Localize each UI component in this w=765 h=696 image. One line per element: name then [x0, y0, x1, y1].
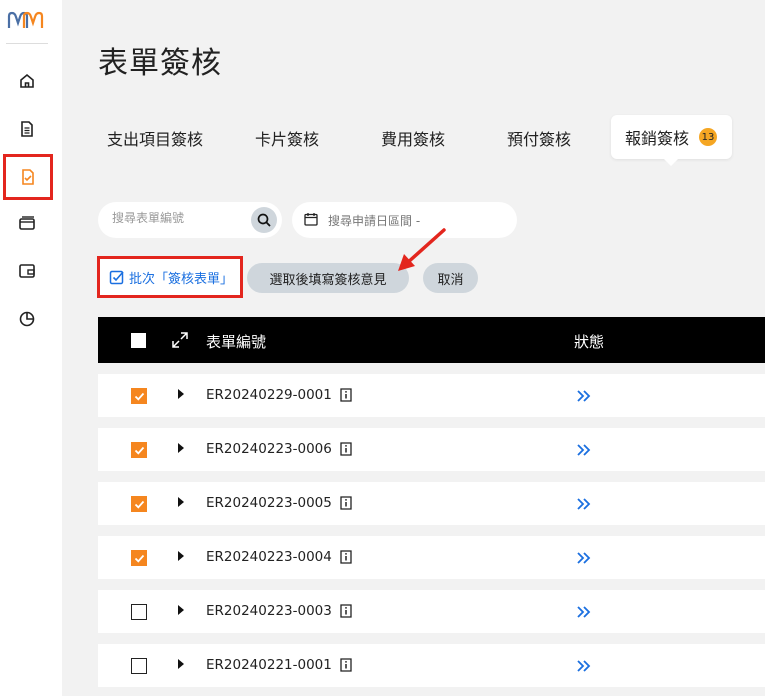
info-icon[interactable] — [339, 387, 353, 402]
form-id: ER20240229-0001 — [206, 387, 332, 403]
table-row[interactable]: ER20240223-0006 — [98, 428, 765, 471]
pie-chart-icon — [19, 311, 35, 327]
row-checkbox[interactable] — [131, 442, 147, 458]
home-icon — [20, 73, 34, 88]
expand-row-caret-icon[interactable] — [178, 551, 184, 561]
info-icon[interactable] — [339, 603, 353, 618]
sidebar-item-cards[interactable] — [10, 206, 44, 240]
row-checkbox[interactable] — [131, 604, 147, 620]
main-content: 表單簽核 支出項目簽核 卡片簽核 費用簽核 預付簽核 報銷簽核 13 搜尋申請日… — [62, 0, 765, 696]
form-id: ER20240223-0003 — [206, 603, 332, 619]
status-chevrons-icon[interactable] — [576, 442, 592, 461]
tab-label: 報銷簽核 — [625, 129, 690, 148]
tab-fee-approval[interactable]: 費用簽核 — [381, 126, 445, 152]
expand-icon[interactable] — [171, 331, 189, 349]
count-badge: 13 — [699, 128, 718, 146]
table-header: 表單編號 狀態 — [98, 317, 765, 363]
tab-prepayment-approval[interactable]: 預付簽核 — [507, 126, 571, 152]
tab-card-approval[interactable]: 卡片簽核 — [255, 126, 319, 152]
batch-approve-label: 批次「簽核表單」 — [129, 271, 234, 287]
status-chevrons-icon[interactable] — [576, 550, 592, 569]
form-id: ER20240223-0004 — [206, 549, 332, 565]
checkbox-edit-icon — [109, 270, 124, 285]
check-icon — [134, 446, 144, 455]
check-icon — [134, 554, 144, 563]
info-icon[interactable] — [339, 657, 353, 672]
search-input[interactable] — [112, 211, 242, 225]
sidebar-item-home[interactable] — [10, 64, 44, 98]
fill-opinion-button[interactable]: 選取後填寫簽核意見 — [247, 263, 409, 293]
info-icon[interactable] — [339, 441, 353, 456]
batch-approve-button[interactable]: 批次「簽核表單」 — [97, 256, 243, 298]
check-icon — [134, 392, 144, 401]
expand-row-caret-icon[interactable] — [178, 443, 184, 453]
sidebar-item-reports[interactable] — [10, 302, 44, 336]
form-approve-icon — [22, 169, 34, 185]
row-checkbox[interactable] — [131, 658, 147, 674]
wallet-icon — [19, 264, 35, 278]
annotation-arrow — [398, 228, 446, 271]
search-box — [98, 202, 282, 238]
status-chevrons-icon[interactable] — [576, 388, 592, 407]
sidebar-item-form-approval[interactable] — [3, 154, 53, 200]
logo[interactable] — [6, 8, 48, 32]
calendar-icon — [304, 213, 318, 226]
row-checkbox[interactable] — [131, 388, 147, 404]
expand-row-caret-icon[interactable] — [178, 497, 184, 507]
status-chevrons-icon[interactable] — [576, 496, 592, 515]
form-id: ER20240223-0005 — [206, 495, 332, 511]
column-header-form-id: 表單編號 — [206, 333, 267, 351]
document-icon — [21, 121, 33, 137]
info-icon[interactable] — [339, 495, 353, 510]
sidebar-item-wallet[interactable] — [10, 254, 44, 288]
select-all-checkbox[interactable] — [131, 333, 146, 348]
card-icon — [19, 216, 35, 230]
tab-expense-item-approval[interactable]: 支出項目簽核 — [107, 126, 203, 152]
sidebar — [0, 0, 62, 696]
expand-row-caret-icon[interactable] — [178, 659, 184, 669]
row-checkbox[interactable] — [131, 496, 147, 512]
expand-row-caret-icon[interactable] — [178, 389, 184, 399]
sidebar-item-documents[interactable] — [10, 112, 44, 146]
search-button[interactable] — [251, 207, 277, 233]
info-icon[interactable] — [339, 549, 353, 564]
page-title: 表單簽核 — [98, 46, 222, 81]
status-chevrons-icon[interactable] — [576, 658, 592, 677]
status-chevrons-icon[interactable] — [576, 604, 592, 623]
column-header-status: 狀態 — [574, 333, 605, 351]
table-row[interactable]: ER20240223-0003 — [98, 590, 765, 633]
table-row[interactable]: ER20240223-0005 — [98, 482, 765, 525]
check-icon — [134, 500, 144, 509]
expand-row-caret-icon[interactable] — [178, 605, 184, 615]
table-row[interactable]: ER20240229-0001 — [98, 374, 765, 417]
row-checkbox[interactable] — [131, 550, 147, 566]
table-row[interactable]: ER20240223-0004 — [98, 536, 765, 579]
tab-reimbursement-approval[interactable]: 報銷簽核 13 — [611, 115, 732, 166]
search-icon — [257, 213, 271, 227]
logo-divider — [6, 43, 48, 44]
form-id: ER20240221-0001 — [206, 657, 332, 673]
form-id: ER20240223-0006 — [206, 441, 332, 457]
table-row[interactable]: ER20240221-0001 — [98, 644, 765, 687]
